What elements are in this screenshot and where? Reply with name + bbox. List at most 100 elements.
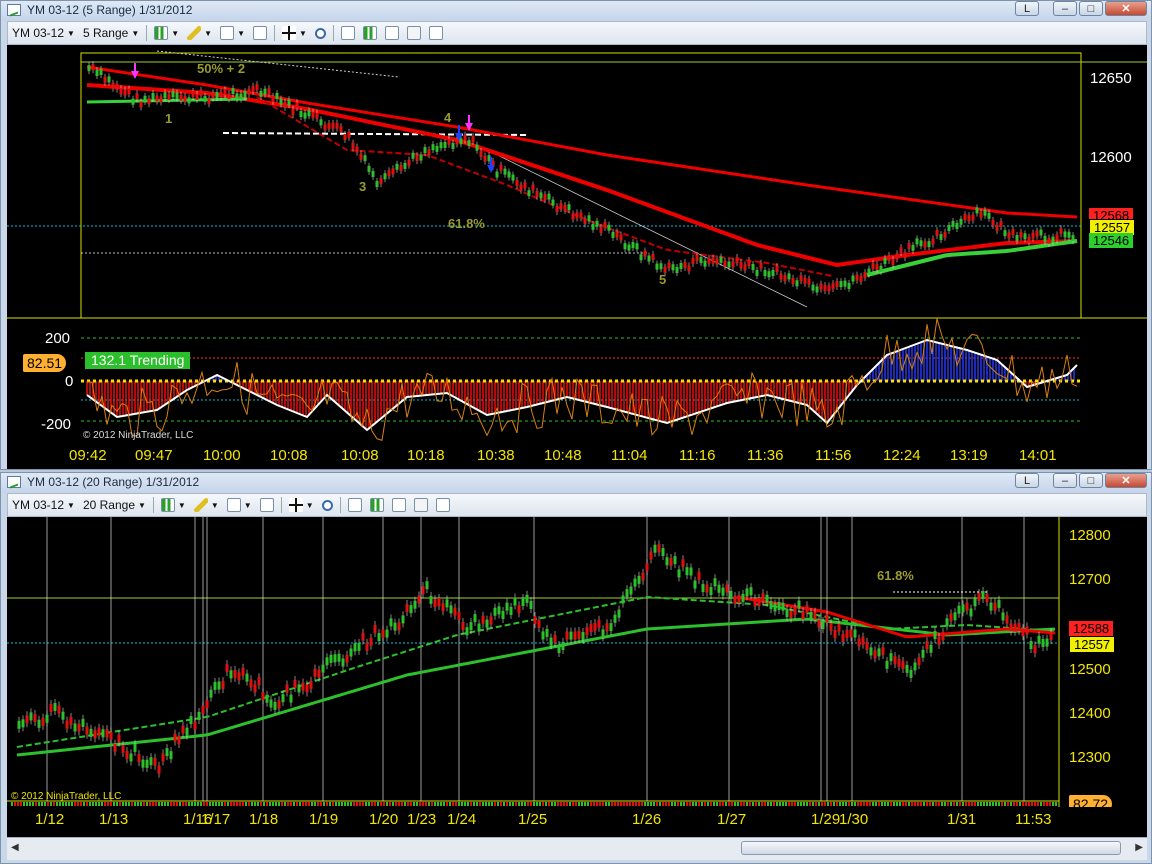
indicator-strip-bar bbox=[515, 802, 517, 806]
candle-body bbox=[287, 99, 291, 106]
order-panel-button[interactable] bbox=[425, 23, 447, 43]
indicator-strip-bar bbox=[878, 802, 880, 806]
candle-body bbox=[815, 286, 819, 293]
order-panel-button[interactable] bbox=[432, 495, 454, 515]
price-tag-last: 12557 bbox=[1069, 636, 1116, 653]
candle-body bbox=[775, 266, 779, 273]
candle-body bbox=[797, 600, 801, 609]
indicator-strip-bar bbox=[329, 802, 331, 806]
candle-body bbox=[971, 214, 975, 221]
candle-body bbox=[275, 92, 279, 99]
link-button[interactable]: L bbox=[1015, 473, 1039, 488]
period-selector[interactable]: 5 Range ▼ bbox=[79, 23, 143, 43]
toolbar-divider bbox=[274, 25, 276, 41]
properties-button[interactable] bbox=[344, 495, 366, 515]
candle-body bbox=[675, 267, 679, 274]
candle-body bbox=[1013, 623, 1017, 632]
indicator-strip-bar bbox=[407, 802, 409, 806]
indicator-strip-bar bbox=[605, 802, 607, 806]
candle-body bbox=[1025, 626, 1029, 635]
candle-body bbox=[731, 261, 735, 268]
indicator-strip-bar bbox=[53, 802, 55, 806]
period-selector[interactable]: 20 Range ▼ bbox=[79, 495, 150, 515]
indicator-strip-bar bbox=[116, 802, 118, 806]
add-indicator-button[interactable]: ▼ bbox=[216, 23, 249, 43]
crosshair-button[interactable]: ▼ bbox=[278, 23, 311, 43]
indicator-strip-bar bbox=[86, 802, 88, 806]
candle-body bbox=[99, 69, 103, 76]
candle-body bbox=[277, 700, 281, 709]
date-label: 1/20 bbox=[369, 811, 399, 828]
candle-body bbox=[585, 627, 589, 636]
zoom-button[interactable] bbox=[311, 23, 330, 43]
scroll-right-icon[interactable]: ▶ bbox=[1135, 842, 1143, 853]
candle-body bbox=[369, 637, 373, 646]
maximize-button[interactable]: □ bbox=[1079, 1, 1103, 16]
indicator-strip-bar bbox=[632, 802, 634, 806]
indicator-strip-bar bbox=[725, 802, 727, 806]
indicator-strip-bar bbox=[1019, 802, 1021, 806]
price-chart-panel[interactable]: 12800 12700 12500 12400 12300 12588 1255… bbox=[7, 517, 1147, 807]
zoom-button[interactable] bbox=[318, 495, 337, 515]
indicator-strip-bar bbox=[923, 802, 925, 806]
indicators-button[interactable] bbox=[366, 495, 388, 515]
indicator-strip-bar bbox=[566, 802, 568, 806]
indicator-strip-bar bbox=[830, 802, 832, 806]
instrument-selector[interactable]: YM 03-12 ▼ bbox=[8, 23, 79, 43]
scroll-left-icon[interactable]: ◀ bbox=[11, 842, 19, 853]
close-button[interactable]: ✕ bbox=[1105, 473, 1147, 488]
candle-body bbox=[21, 719, 25, 728]
candle-body bbox=[763, 270, 767, 277]
candle-body bbox=[741, 593, 745, 602]
price-chart-panel[interactable]: 12650 12600 12568 12557 12546 50% + 2 1 … bbox=[7, 45, 1147, 469]
strategy-button[interactable] bbox=[249, 23, 271, 43]
snapshot-button[interactable] bbox=[410, 495, 432, 515]
candle-body bbox=[553, 635, 557, 644]
minimize-button[interactable]: – bbox=[1053, 473, 1077, 488]
add-indicator-button[interactable]: ▼ bbox=[223, 495, 256, 515]
snapshot-button[interactable] bbox=[403, 23, 425, 43]
indicator-strip-bar bbox=[731, 802, 733, 806]
link-button[interactable]: L bbox=[1015, 1, 1039, 16]
candle-body bbox=[253, 684, 257, 693]
candle-body bbox=[455, 138, 459, 145]
drawing-tools-button[interactable]: ▼ bbox=[183, 23, 216, 43]
strategy-button[interactable] bbox=[256, 495, 278, 515]
candle-body bbox=[387, 170, 391, 177]
indicator-strip-bar bbox=[863, 802, 865, 806]
close-button[interactable]: ✕ bbox=[1105, 1, 1147, 16]
order-panel-icon bbox=[428, 26, 443, 40]
drawing-tools-button[interactable]: ▼ bbox=[190, 495, 223, 515]
title-bar[interactable]: YM 03-12 (5 Range) 1/31/2012 L – □ ✕ bbox=[1, 1, 1151, 21]
data-box-button[interactable] bbox=[381, 23, 403, 43]
indicator-strip-bar bbox=[146, 802, 148, 806]
instrument-selector[interactable]: YM 03-12 ▼ bbox=[8, 495, 79, 515]
indicator-strip-bar bbox=[551, 802, 553, 806]
candle-body bbox=[415, 155, 419, 162]
indicator-strip-bar bbox=[338, 802, 340, 806]
indicator-strip-bar bbox=[998, 802, 1000, 806]
maximize-button[interactable]: □ bbox=[1079, 473, 1103, 488]
candle-body bbox=[227, 93, 231, 100]
candle-body bbox=[757, 597, 761, 606]
indicator-strip-bar bbox=[743, 802, 745, 806]
trend-line bbox=[156, 50, 400, 78]
data-box-button[interactable] bbox=[388, 495, 410, 515]
indicator-strip-bar bbox=[278, 802, 280, 806]
indicator-strip-bar bbox=[311, 802, 313, 806]
indicators-button[interactable] bbox=[359, 23, 381, 43]
candle-body bbox=[549, 637, 553, 646]
minimize-button[interactable]: – bbox=[1053, 1, 1077, 16]
candle-body bbox=[131, 98, 135, 105]
title-bar[interactable]: YM 03-12 (20 Range) 1/31/2012 L – □ ✕ bbox=[1, 473, 1151, 493]
candle-body bbox=[695, 255, 699, 262]
scrollbar-thumb[interactable] bbox=[741, 841, 1121, 855]
horizontal-scrollbar[interactable]: ◀ ▶ bbox=[7, 837, 1147, 860]
crosshair-button[interactable]: ▼ bbox=[285, 495, 318, 515]
properties-button[interactable] bbox=[337, 23, 359, 43]
indicator-strip-bar bbox=[182, 802, 184, 806]
indicator-strip-bar bbox=[884, 802, 886, 806]
chart-style-button[interactable]: ▼ bbox=[150, 23, 183, 43]
chart-style-button[interactable]: ▼ bbox=[157, 495, 190, 515]
indicator-strip-bar bbox=[554, 802, 556, 806]
